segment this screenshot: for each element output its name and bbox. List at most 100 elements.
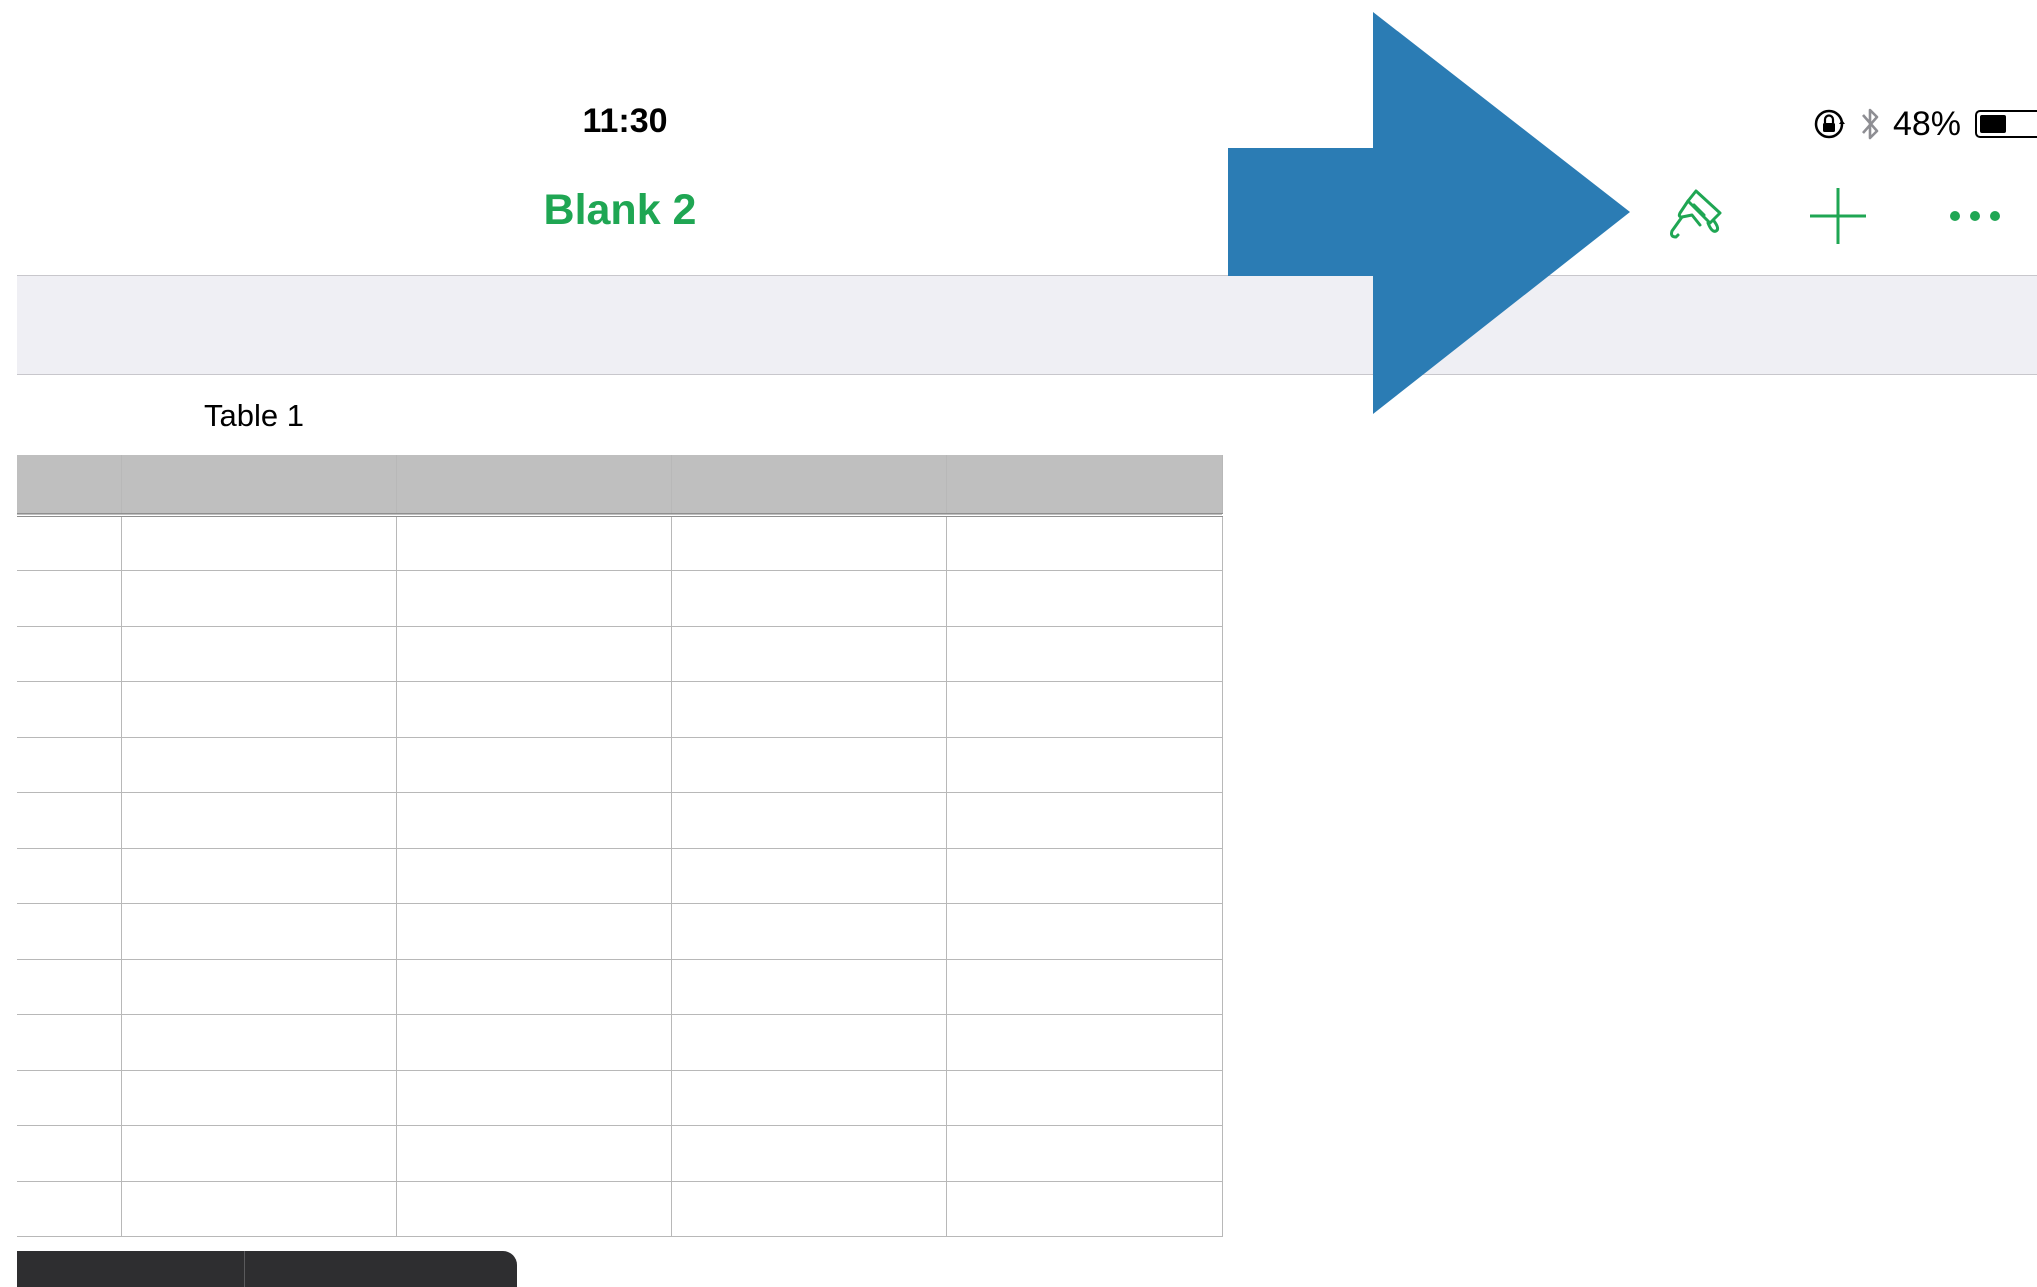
table-cell[interactable]	[671, 903, 947, 960]
table-row[interactable]	[17, 515, 1223, 571]
row-header-cell[interactable]	[17, 903, 122, 960]
row-header-cell[interactable]	[17, 1014, 122, 1071]
table-cell[interactable]	[946, 1125, 1223, 1182]
table-cell[interactable]	[121, 737, 397, 793]
row-header-cell[interactable]	[17, 737, 122, 793]
table-cell[interactable]	[946, 848, 1223, 904]
table-cell[interactable]	[671, 626, 947, 682]
table-cell[interactable]	[671, 959, 947, 1015]
table-cell[interactable]	[396, 626, 672, 682]
table-cell[interactable]	[396, 959, 672, 1015]
table-cell[interactable]	[396, 515, 672, 571]
table-cell[interactable]	[396, 1181, 672, 1237]
table-cell[interactable]	[396, 903, 672, 960]
sheet-tab[interactable]	[245, 1251, 472, 1287]
table-cell[interactable]	[671, 681, 947, 738]
row-header-cell[interactable]	[17, 570, 122, 627]
table-cell[interactable]	[671, 848, 947, 904]
table-row[interactable]	[17, 1181, 1223, 1237]
table-cell[interactable]	[946, 1070, 1223, 1126]
table-cell[interactable]	[946, 570, 1223, 627]
table-grid[interactable]	[17, 455, 1223, 1237]
table-row[interactable]	[17, 1014, 1223, 1071]
row-header-cell[interactable]	[17, 848, 122, 904]
table-cell[interactable]	[946, 737, 1223, 793]
table-cell[interactable]	[121, 1125, 397, 1182]
spreadsheet-table[interactable]	[17, 455, 1223, 1237]
row-header-cell[interactable]	[17, 626, 122, 682]
table-cell[interactable]	[121, 515, 397, 571]
table-cell[interactable]	[671, 1125, 947, 1182]
row-header-cell[interactable]	[17, 1070, 122, 1126]
table-cell[interactable]	[946, 681, 1223, 738]
table-header-row[interactable]	[17, 455, 1223, 517]
table-title[interactable]: Table 1	[204, 398, 304, 434]
table-row[interactable]	[17, 959, 1223, 1015]
row-header-cell[interactable]	[17, 1181, 122, 1237]
table-cell[interactable]	[946, 959, 1223, 1015]
table-cell[interactable]	[396, 1070, 672, 1126]
table-cell[interactable]	[946, 792, 1223, 849]
table-cell[interactable]	[396, 737, 672, 793]
more-icon	[1950, 211, 2000, 221]
table-cell[interactable]	[121, 570, 397, 627]
table-cell[interactable]	[671, 570, 947, 627]
row-header-cell[interactable]	[17, 959, 122, 1015]
table-row[interactable]	[17, 737, 1223, 793]
sheet-tabs-bar	[17, 1251, 517, 1287]
table-row[interactable]	[17, 848, 1223, 904]
status-time: 11:30	[582, 102, 668, 140]
document-title[interactable]: Blank 2	[520, 186, 720, 235]
add-icon	[1810, 188, 1866, 244]
table-cell[interactable]	[671, 1070, 947, 1126]
table-cell[interactable]	[946, 1181, 1223, 1237]
table-row[interactable]	[17, 681, 1223, 738]
table-cell[interactable]	[396, 792, 672, 849]
table-cell[interactable]	[946, 1014, 1223, 1071]
row-header-cell[interactable]	[17, 455, 122, 517]
format-button[interactable]	[1652, 176, 1742, 256]
table-cell[interactable]	[121, 903, 397, 960]
table-cell[interactable]	[121, 1181, 397, 1237]
table-row[interactable]	[17, 1070, 1223, 1126]
table-cell[interactable]	[396, 1125, 672, 1182]
table-cell[interactable]	[396, 1014, 672, 1071]
table-cell[interactable]	[946, 626, 1223, 682]
table-cell[interactable]	[121, 1014, 397, 1071]
row-header-cell[interactable]	[17, 515, 122, 571]
table-cell[interactable]	[671, 792, 947, 849]
table-cell[interactable]	[396, 681, 672, 738]
battery-level	[1980, 115, 2006, 133]
table-row[interactable]	[17, 792, 1223, 849]
table-row[interactable]	[17, 626, 1223, 682]
table-cell[interactable]	[671, 455, 947, 517]
more-button[interactable]	[1930, 176, 2020, 256]
table-cell[interactable]	[121, 792, 397, 849]
add-button[interactable]	[1793, 176, 1883, 256]
table-row[interactable]	[17, 903, 1223, 960]
sheet-tab[interactable]	[17, 1251, 245, 1287]
table-cell[interactable]	[121, 626, 397, 682]
table-cell[interactable]	[121, 681, 397, 738]
table-row[interactable]	[17, 1125, 1223, 1182]
row-header-cell[interactable]	[17, 681, 122, 738]
table-cell[interactable]	[671, 737, 947, 793]
table-cell[interactable]	[396, 570, 672, 627]
table-cell[interactable]	[671, 515, 947, 571]
table-row[interactable]	[17, 570, 1223, 627]
table-cell[interactable]	[946, 455, 1223, 517]
table-cell[interactable]	[946, 903, 1223, 960]
table-cell[interactable]	[121, 455, 397, 517]
table-cell[interactable]	[396, 455, 672, 517]
table-cell[interactable]	[671, 1181, 947, 1237]
table-cell[interactable]	[946, 515, 1223, 571]
table-cell[interactable]	[396, 848, 672, 904]
arrow-right-icon	[1228, 12, 1630, 414]
table-cell[interactable]	[121, 959, 397, 1015]
rotation-lock-icon	[1814, 109, 1845, 139]
table-cell[interactable]	[671, 1014, 947, 1071]
table-cell[interactable]	[121, 1070, 397, 1126]
row-header-cell[interactable]	[17, 792, 122, 849]
row-header-cell[interactable]	[17, 1125, 122, 1182]
table-cell[interactable]	[121, 848, 397, 904]
